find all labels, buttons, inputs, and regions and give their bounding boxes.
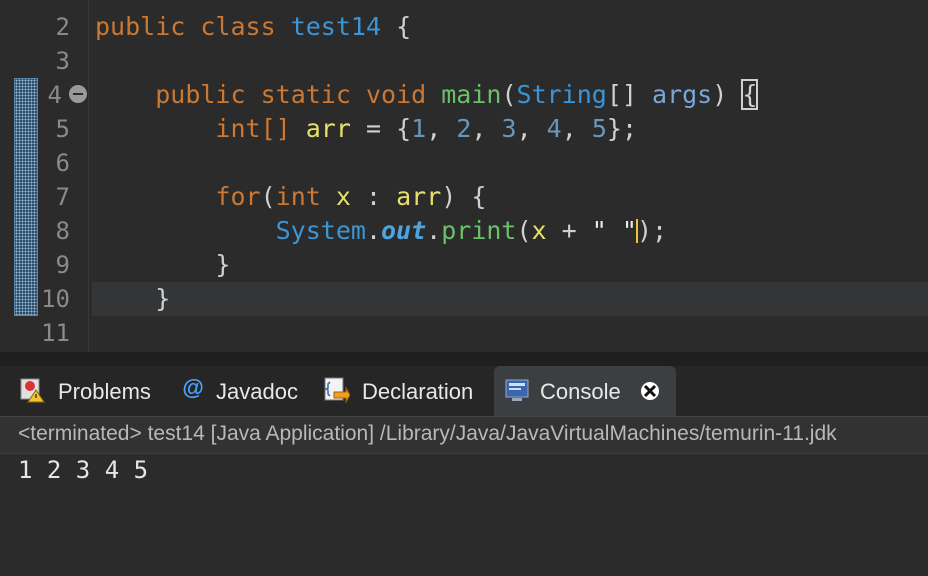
close-icon[interactable] <box>640 381 660 401</box>
panel-divider[interactable] <box>0 352 928 366</box>
collapse-fold-icon[interactable] <box>69 85 87 103</box>
gutter-separator <box>88 0 89 352</box>
line-number: 9 <box>55 251 70 279</box>
console-status-bar: <terminated> test14 [Java Application] /… <box>0 416 928 454</box>
code-editor[interactable]: 2 3 4 5 6 7 8 9 10 11 public class test1… <box>0 0 928 352</box>
bottom-tab-bar: Problems @ Javadoc Declaration Console <box>0 366 928 416</box>
line-number: 6 <box>55 149 70 177</box>
problems-icon <box>20 378 45 403</box>
line-number: 4 <box>47 81 62 109</box>
code-line-main-decl[interactable]: public static void main(String[] args) { <box>95 78 759 112</box>
code-line-class-decl[interactable]: public class test14 { <box>95 10 411 44</box>
tab-console[interactable]: Console <box>494 366 676 416</box>
code-line-close-main[interactable]: } <box>95 282 170 316</box>
declaration-icon <box>324 377 350 404</box>
tab-javadoc[interactable]: @ Javadoc <box>180 366 316 416</box>
code-line-for-loop[interactable]: for(int x : arr) { <box>95 180 486 214</box>
current-line-highlight <box>92 282 928 316</box>
line-number: 11 <box>41 319 70 347</box>
console-status-text: <terminated> test14 [Java Application] /… <box>18 422 837 445</box>
javadoc-icon: @ <box>182 375 204 400</box>
code-line-array-init[interactable]: int[] arr = {1, 2, 3, 4, 5}; <box>95 112 637 146</box>
line-number: 5 <box>55 115 70 143</box>
console-panel[interactable]: <terminated> test14 [Java Application] /… <box>0 416 928 576</box>
line-number: 8 <box>55 217 70 245</box>
code-line-print[interactable]: System.out.print(x + " "); <box>95 214 667 248</box>
tab-problems[interactable]: Problems <box>14 366 174 416</box>
code-line-close-for[interactable]: } <box>95 248 230 282</box>
console-icon <box>505 379 529 401</box>
console-output[interactable]: 1 2 3 4 5 <box>18 456 148 484</box>
line-number: 2 <box>55 13 70 41</box>
matching-bracket: { <box>741 79 759 110</box>
line-number: 10 <box>41 285 70 313</box>
line-number: 7 <box>55 183 70 211</box>
line-number: 3 <box>55 47 70 75</box>
tab-declaration[interactable]: Declaration <box>322 366 490 416</box>
